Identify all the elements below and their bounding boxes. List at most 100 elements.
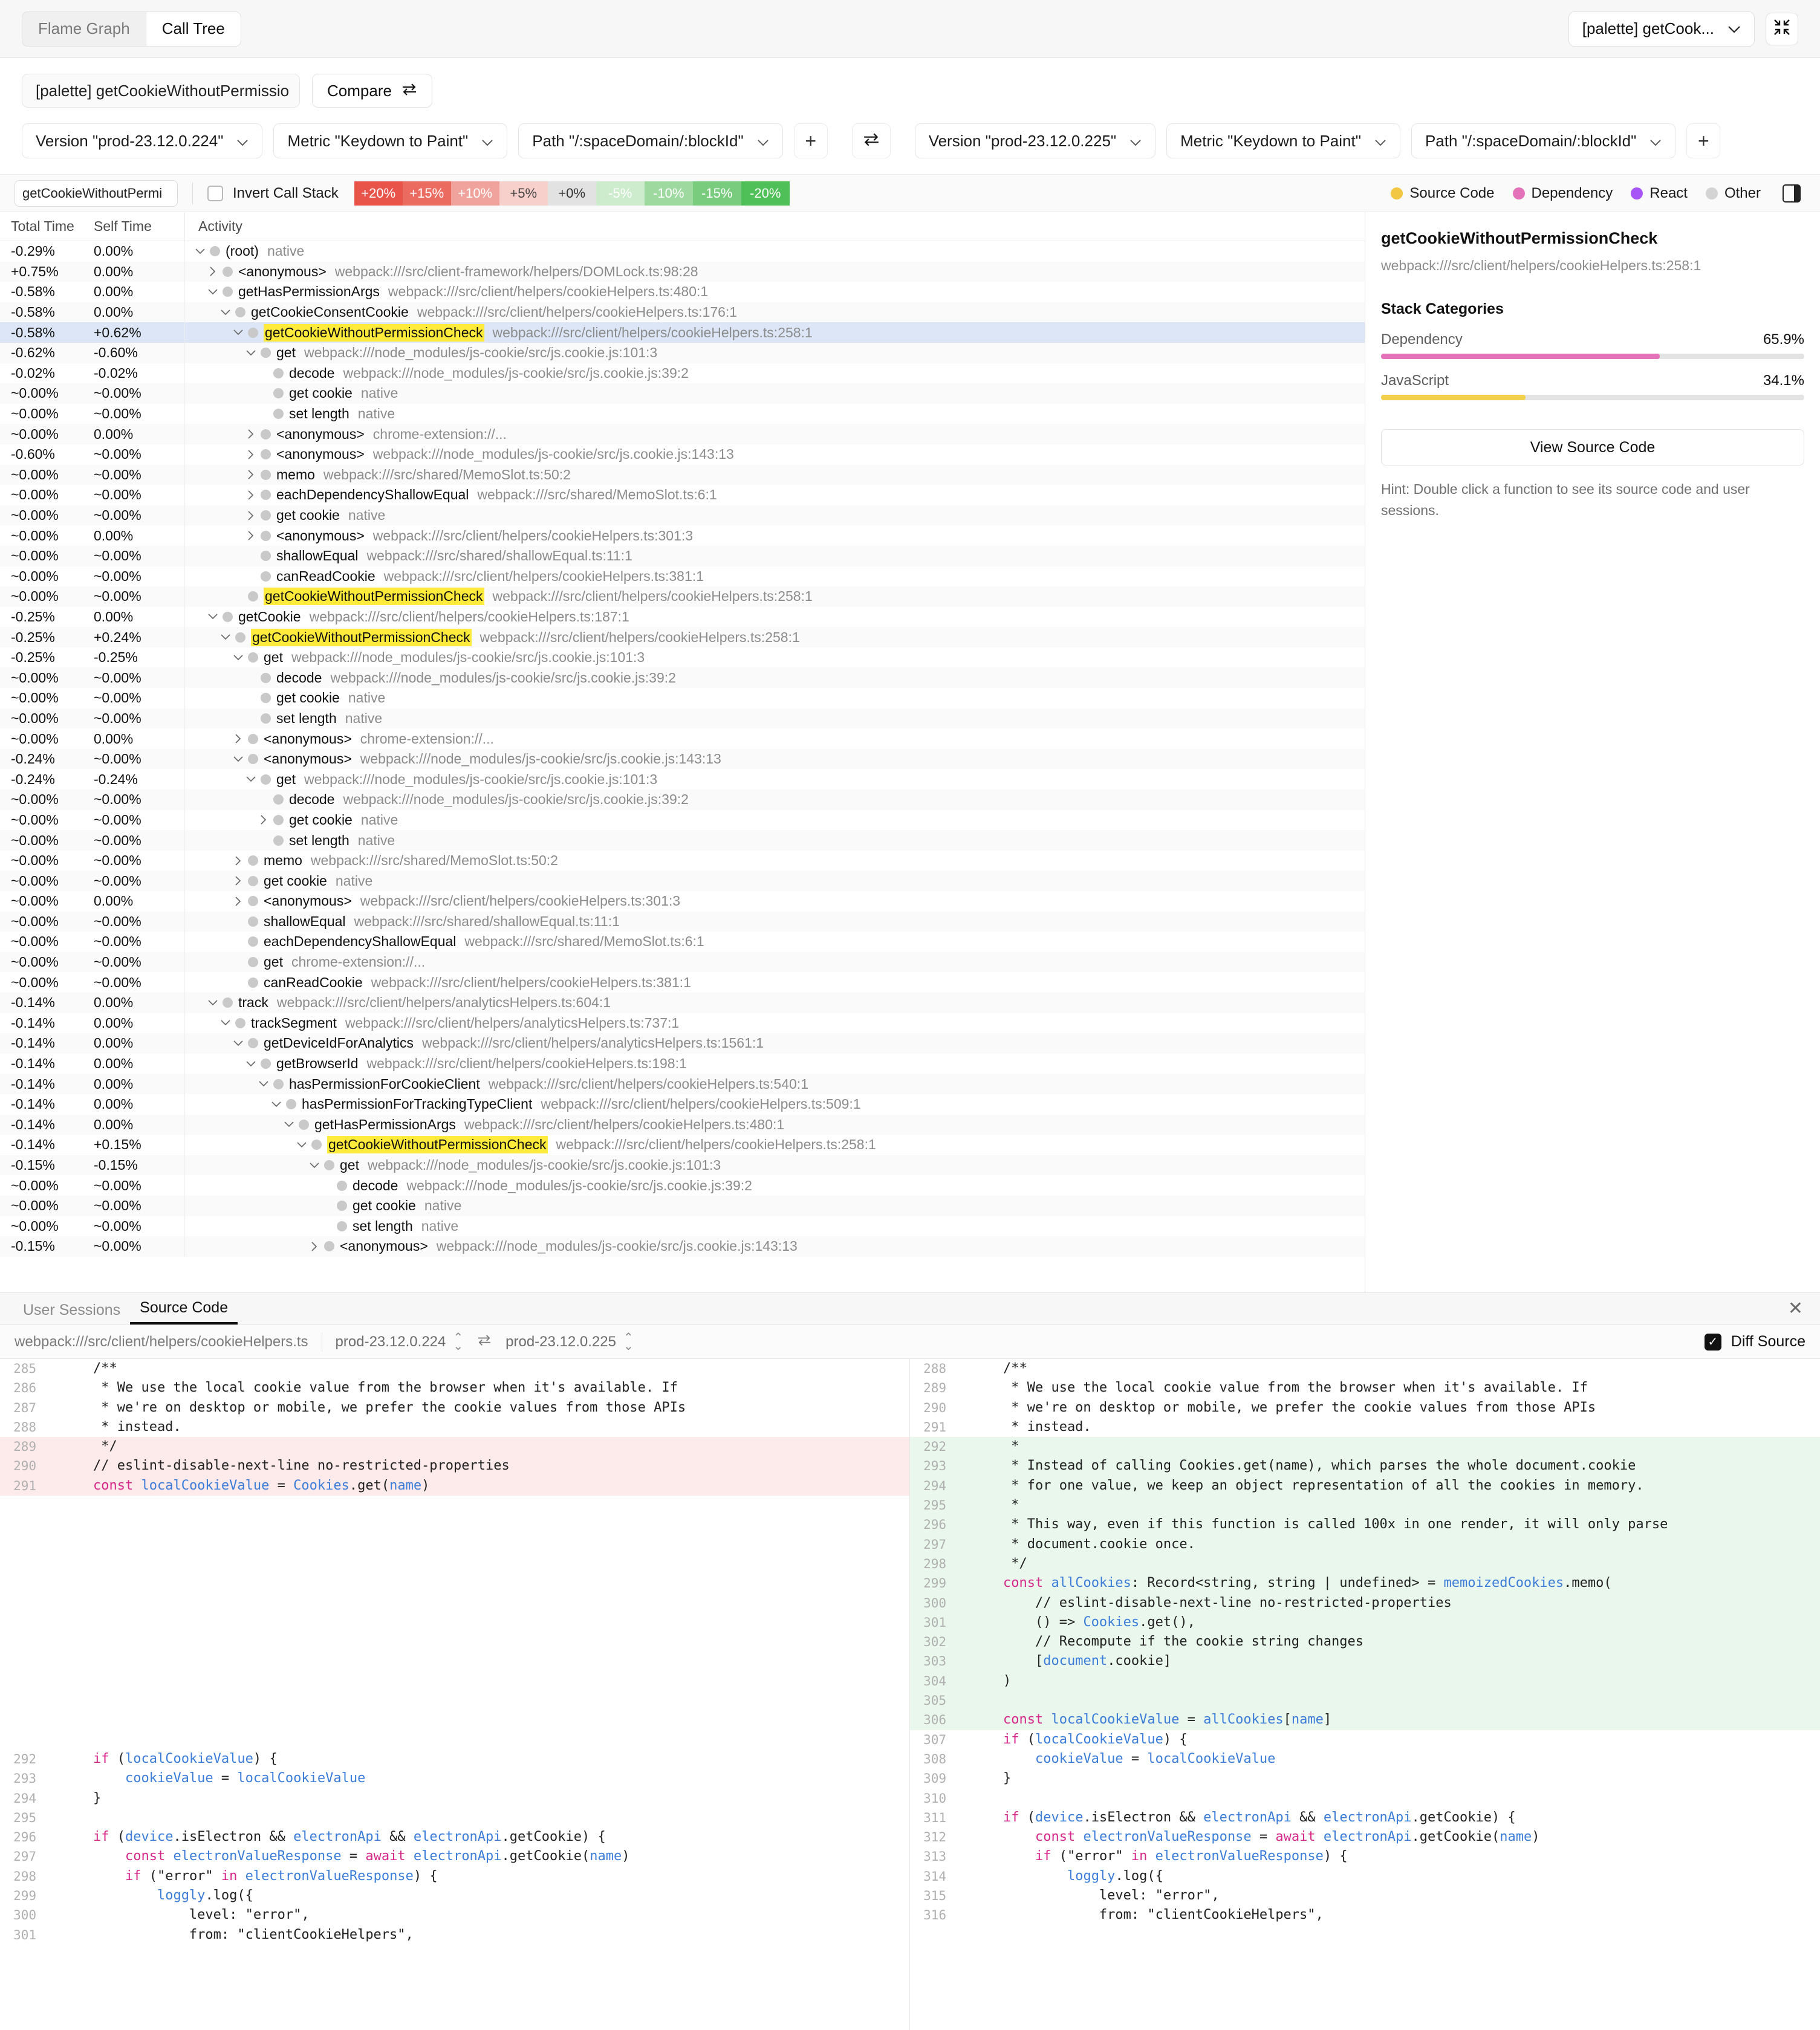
chevron-right-icon[interactable] (232, 856, 245, 866)
chevron-down-icon[interactable] (232, 655, 245, 661)
version-right-picker[interactable]: prod-23.12.0.225 ⌃ ⌄ (505, 1332, 634, 1352)
table-row[interactable]: -0.29% 0.00% (root) native (0, 241, 1365, 262)
table-row[interactable]: -0.15% ~0.00% <anonymous> webpack:///node_m… (0, 1236, 1365, 1257)
table-row[interactable]: ~0.00% ~0.00% decode webpack:///node_module… (0, 667, 1365, 689)
table-row[interactable]: -0.25% -0.25% get webpack:///node_modules/j… (0, 647, 1365, 668)
chevron-down-icon[interactable] (193, 248, 207, 255)
code-pane-left[interactable]: 285 /** 286 * We use the local cookie val… (0, 1359, 910, 2030)
chevron-down-icon[interactable] (232, 756, 245, 762)
table-row[interactable]: ~0.00% ~0.00% getCookieWithoutPermissionCh… (0, 586, 1365, 607)
chevron-down-icon[interactable] (206, 289, 219, 295)
chevron-down-icon[interactable] (295, 1142, 308, 1148)
chevron-right-icon[interactable] (244, 531, 258, 540)
table-row[interactable]: ~0.00% ~0.00% get cookie native (0, 809, 1365, 831)
filter-pill[interactable]: Path "/:spaceDomain/:blockId" (518, 123, 783, 158)
table-row[interactable]: ~0.00% ~0.00% decode webpack:///node_module… (0, 1175, 1365, 1196)
chevron-down-icon[interactable] (206, 614, 219, 620)
table-row[interactable]: +0.75% 0.00% <anonymous> webpack:///src/cli… (0, 261, 1365, 282)
chevron-down-icon[interactable] (206, 1000, 219, 1006)
chevron-right-icon[interactable] (244, 429, 258, 439)
chevron-down-icon[interactable] (282, 1121, 296, 1127)
table-row[interactable]: -0.14% +0.15% getCookieWithoutPermissionCh… (0, 1135, 1365, 1155)
legend-item[interactable]: Dependency (1512, 185, 1613, 202)
table-row[interactable]: ~0.00% ~0.00% set length native (0, 1216, 1365, 1237)
view-tab-call-tree[interactable]: Call Tree (146, 11, 241, 46)
table-row[interactable]: ~0.00% 0.00% <anonymous> chrome-extension:/… (0, 728, 1365, 749)
table-row[interactable]: -0.14% 0.00% hasPermissionForTrackingTypeC… (0, 1094, 1365, 1115)
filter-pill[interactable]: Path "/:spaceDomain/:blockId" (1411, 123, 1676, 158)
table-row[interactable]: ~0.00% ~0.00% set length native (0, 830, 1365, 851)
table-row[interactable]: ~0.00% ~0.00% get cookie native (0, 688, 1365, 709)
legend-item[interactable]: Other (1705, 185, 1761, 202)
table-row[interactable]: ~0.00% ~0.00% canReadCookie webpack:///src/… (0, 972, 1365, 993)
table-row[interactable]: ~0.00% 0.00% <anonymous> webpack:///src/cli… (0, 525, 1365, 546)
table-row[interactable]: ~0.00% ~0.00% get cookie native (0, 1195, 1365, 1216)
table-row[interactable]: ~0.00% ~0.00% canReadCookie webpack:///src/… (0, 566, 1365, 587)
filter-pill[interactable]: Metric "Keydown to Paint" (273, 123, 508, 158)
chevron-right-icon[interactable] (308, 1242, 321, 1251)
compare-button[interactable]: Compare (312, 74, 432, 108)
table-row[interactable]: ~0.00% ~0.00% get chrome-extension://... (0, 952, 1365, 973)
chevron-right-icon[interactable] (244, 490, 258, 500)
table-row[interactable]: -0.14% 0.00% trackSegment webpack:///src/cl… (0, 1013, 1365, 1034)
invert-call-stack-toggle[interactable]: Invert Call Stack (207, 185, 339, 202)
view-mode-tabs[interactable]: Flame Graph Call Tree (22, 11, 241, 47)
chevron-right-icon[interactable] (232, 734, 245, 744)
view-tab-flame-graph[interactable]: Flame Graph (22, 11, 146, 46)
bottom-tab-source-code[interactable]: Source Code (130, 1299, 238, 1325)
table-row[interactable]: ~0.00% ~0.00% shallowEqual webpack:///src/s… (0, 545, 1365, 566)
chevron-down-icon[interactable] (244, 350, 258, 356)
table-row[interactable]: -0.15% -0.15% get webpack:///node_modules/j… (0, 1155, 1365, 1176)
chevron-down-icon[interactable] (257, 1081, 270, 1087)
table-row[interactable]: -0.25% +0.24% getCookieWithoutPermissionCh… (0, 627, 1365, 647)
code-pane-right[interactable]: 288 /** 289 * We use the local cookie val… (910, 1359, 1820, 2030)
table-row[interactable]: ~0.00% ~0.00% get cookie native (0, 505, 1365, 526)
table-row[interactable]: ~0.00% ~0.00% eachDependencyShallowEqual we… (0, 485, 1365, 505)
chevron-right-icon[interactable] (206, 267, 219, 276)
close-icon[interactable]: ✕ (1788, 1298, 1803, 1319)
chevron-down-icon[interactable] (219, 309, 232, 316)
table-row[interactable]: ~0.00% ~0.00% shallowEqual webpack:///src/s… (0, 911, 1365, 932)
filter-pill[interactable]: Metric "Keydown to Paint" (1166, 123, 1400, 158)
search-input[interactable]: getCookieWithoutPermi (15, 180, 178, 207)
chevron-down-icon[interactable] (232, 1040, 245, 1046)
swap-sides-button[interactable] (851, 123, 891, 158)
table-row[interactable]: ~0.00% ~0.00% memo webpack:///src/shared/Me… (0, 464, 1365, 485)
table-row[interactable]: ~0.00% ~0.00% decode webpack:///node_module… (0, 790, 1365, 810)
chevron-down-icon[interactable] (270, 1101, 283, 1107)
diff-source-toggle[interactable]: ✓ Diff Source (1704, 1333, 1805, 1351)
view-source-code-button[interactable]: View Source Code (1381, 429, 1804, 465)
table-row[interactable]: -0.14% 0.00% getHasPermissionArgs webpack:/… (0, 1114, 1365, 1135)
table-row[interactable]: -0.58% 0.00% getCookieConsentCookie webpack… (0, 302, 1365, 323)
palette-select[interactable]: [palette] getCook... (1568, 11, 1755, 47)
table-row[interactable]: -0.25% 0.00% getCookie webpack:///src/clien… (0, 606, 1365, 627)
chevron-right-icon[interactable] (232, 897, 245, 906)
collapse-panel-button[interactable] (1766, 12, 1798, 45)
table-row[interactable]: -0.58% 0.00% getHasPermissionArgs webpack:/… (0, 282, 1365, 302)
invert-checkbox[interactable] (207, 185, 223, 201)
chevron-right-icon[interactable] (232, 876, 245, 886)
table-row[interactable]: -0.14% 0.00% hasPermissionForCookieClient w… (0, 1074, 1365, 1094)
legend-item[interactable]: React (1631, 185, 1688, 202)
add-filter-button[interactable]: + (793, 123, 828, 158)
table-row[interactable]: -0.14% 0.00% getDeviceIdForAnalytics webpac… (0, 1033, 1365, 1054)
chevron-right-icon[interactable] (257, 815, 270, 825)
chevron-down-icon[interactable] (308, 1162, 321, 1169)
table-row[interactable]: -0.24% -0.24% get webpack:///node_modules/j… (0, 769, 1365, 790)
chevron-right-icon[interactable] (244, 510, 258, 520)
table-row[interactable]: ~0.00% ~0.00% set length native (0, 403, 1365, 424)
chevron-right-icon[interactable] (244, 450, 258, 459)
table-row[interactable]: -0.62% -0.60% get webpack:///node_modules/j… (0, 342, 1365, 363)
palette-name-field[interactable]: [palette] getCookieWithoutPermissio (22, 74, 300, 108)
version-left-picker[interactable]: prod-23.12.0.224 ⌃ ⌄ (336, 1332, 464, 1352)
legend-item[interactable]: Source Code (1391, 185, 1495, 202)
table-row[interactable]: ~0.00% 0.00% <anonymous> chrome-extension:/… (0, 424, 1365, 444)
table-row[interactable]: ~0.00% ~0.00% get cookie native (0, 871, 1365, 891)
chevron-down-icon[interactable] (244, 1060, 258, 1067)
chevron-down-icon[interactable] (244, 776, 258, 782)
table-row[interactable]: -0.58% +0.62% getCookieWithoutPermissionCh… (0, 322, 1365, 343)
table-row[interactable]: ~0.00% ~0.00% get cookie native (0, 383, 1365, 404)
filter-pill[interactable]: Version "prod-23.12.0.224" (22, 123, 263, 158)
panel-toggle-icon[interactable] (1783, 184, 1801, 203)
add-filter-button[interactable]: + (1686, 123, 1721, 158)
